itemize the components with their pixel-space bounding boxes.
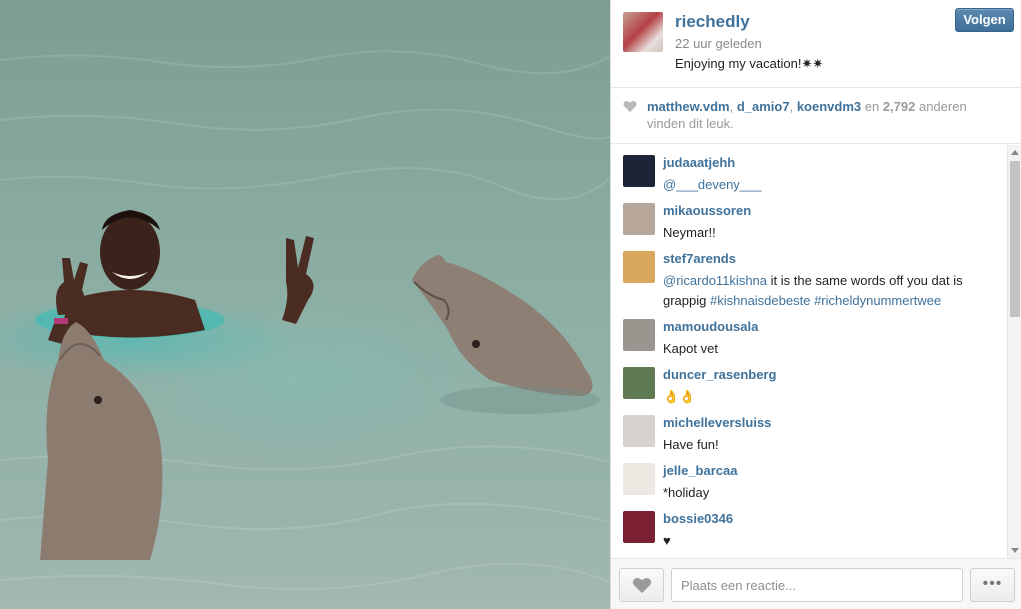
post-timestamp[interactable]: 22 uur geleden <box>675 36 762 51</box>
comment-username[interactable]: michelleversluiss <box>663 415 771 430</box>
comment-username[interactable]: stef7arends <box>663 251 736 266</box>
comment-text-part: ♥ <box>663 533 671 548</box>
comment-text: @___deveny___ <box>663 175 998 195</box>
mention-link[interactable]: @___deveny___ <box>663 177 762 192</box>
post-header: riechedly 22 uur geleden Enjoying my vac… <box>611 0 1021 88</box>
comment-text-part: Kapot vet <box>663 341 718 356</box>
liker-link[interactable]: d_amio7 <box>737 99 790 114</box>
post-sidebar: riechedly 22 uur geleden Enjoying my vac… <box>610 0 1021 609</box>
post-username[interactable]: riechedly <box>675 12 750 32</box>
follow-button[interactable]: Volgen <box>955 8 1014 32</box>
post-photo <box>0 0 610 609</box>
likes-separator: , <box>789 99 797 114</box>
avatar[interactable] <box>623 251 655 283</box>
hashtag-link[interactable]: #kishnaisdebeste <box>710 293 810 308</box>
comment-text: 👌👌 <box>663 387 998 407</box>
hashtag-link[interactable]: #richeldynummertwee <box>814 293 941 308</box>
comment-text-part: *holiday <box>663 485 710 500</box>
comment-text-part: 👌👌 <box>663 389 696 404</box>
likes-text: matthew.vdm, d_amio7, koenvdm3 en 2,792 … <box>647 98 997 132</box>
comment-username[interactable]: jelle_barcaa <box>663 463 737 478</box>
comment-composer: ••• <box>611 558 1021 609</box>
comment-text: @ricardo11kishna it is the same words of… <box>663 271 998 311</box>
likes-count[interactable]: 2,792 <box>883 99 916 114</box>
comment-username[interactable]: mamoudousala <box>663 319 758 334</box>
likes-separator: , <box>729 99 737 114</box>
comment-text-part: Have fun! <box>663 437 719 452</box>
avatar[interactable] <box>623 203 655 235</box>
avatar[interactable] <box>623 367 655 399</box>
mention-link[interactable]: @ricardo11kishna <box>663 273 767 288</box>
comments-list[interactable]: judaaatjehh @___deveny___ mikaoussoren Neym… <box>611 145 1007 558</box>
avatar[interactable] <box>623 12 663 52</box>
likes-summary: matthew.vdm, d_amio7, koenvdm3 en 2,792 … <box>611 88 1021 144</box>
comment-username[interactable]: bossie0346 <box>663 511 733 526</box>
post-caption: Enjoying my vacation!✷✷ <box>675 56 824 71</box>
comment-username[interactable]: duncer_rasenberg <box>663 367 776 382</box>
comment-text: Neymar!! <box>663 223 998 243</box>
dolphin-right <box>412 254 600 414</box>
avatar[interactable] <box>623 319 655 351</box>
like-button[interactable] <box>619 568 664 602</box>
comments-scrollbar[interactable] <box>1007 145 1021 558</box>
comment-text-part: Neymar!! <box>663 225 716 240</box>
chevron-down-icon[interactable] <box>1011 548 1019 553</box>
comment-username[interactable]: mikaoussoren <box>663 203 751 218</box>
comment-text: *holiday <box>663 483 998 503</box>
scrollbar-thumb[interactable] <box>1010 161 1020 317</box>
comment-text: ♥ <box>663 531 998 551</box>
dolphin-left <box>40 322 163 560</box>
avatar[interactable] <box>623 415 655 447</box>
avatar[interactable] <box>623 155 655 187</box>
avatar[interactable] <box>623 463 655 495</box>
heart-small-icon <box>623 100 637 112</box>
chevron-up-icon[interactable] <box>1011 150 1019 155</box>
heart-icon <box>632 578 652 593</box>
liker-link[interactable]: matthew.vdm <box>647 99 730 114</box>
avatar[interactable] <box>623 511 655 543</box>
comment-username[interactable]: judaaatjehh <box>663 155 735 170</box>
more-options-button[interactable]: ••• <box>970 568 1015 602</box>
comment-text: Have fun! <box>663 435 998 455</box>
liker-link[interactable]: koenvdm3 <box>797 99 861 114</box>
photo-illustration <box>0 50 610 591</box>
likes-and: en <box>861 99 883 114</box>
comment-text: Kapot vet <box>663 339 998 359</box>
comment-input[interactable] <box>671 568 963 602</box>
